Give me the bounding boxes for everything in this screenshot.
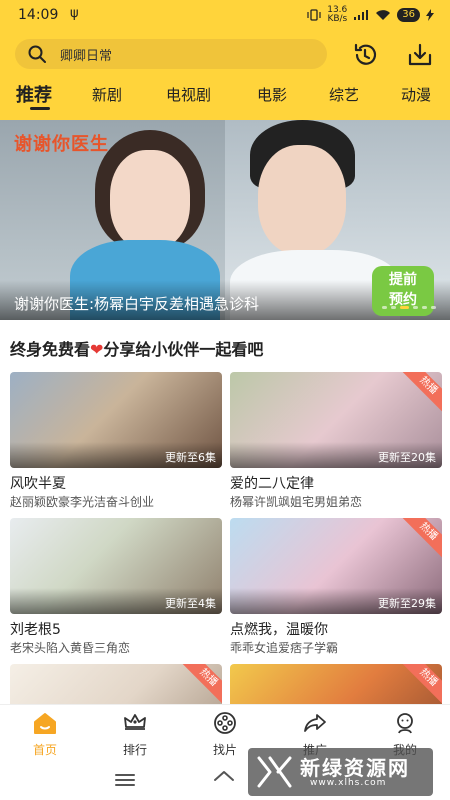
tab-new[interactable]: 新剧 bbox=[92, 84, 122, 105]
carousel-dots bbox=[382, 306, 436, 309]
tab-tv[interactable]: 电视剧 bbox=[166, 84, 211, 105]
hot-tag: 热播 bbox=[399, 518, 442, 561]
wifi-icon bbox=[376, 10, 391, 20]
video-desc: 杨幂许凯飒姐宅男姐弟恋 bbox=[230, 495, 363, 509]
video-desc: 赵丽颖欧豪李光洁奋斗创业 bbox=[10, 495, 155, 509]
crown-icon bbox=[124, 714, 146, 730]
banner-brand: 谢谢你医生 bbox=[14, 134, 109, 155]
hot-tag: 热播 bbox=[399, 372, 442, 415]
hero-banner[interactable]: 谢谢你医生 提前 预约 谢谢你医生:杨幂白宇反差相遇急诊科 bbox=[0, 120, 450, 320]
carousel-dot-active bbox=[400, 306, 409, 309]
tab-movie[interactable]: 电影 bbox=[257, 84, 287, 105]
nav-label: 排行 bbox=[122, 743, 147, 757]
profile-icon bbox=[397, 713, 413, 734]
episode-count: 更新至4集 bbox=[165, 597, 216, 610]
history-button[interactable] bbox=[348, 39, 382, 71]
watermark-logo-icon bbox=[257, 756, 292, 788]
history-icon bbox=[354, 43, 377, 65]
menu-icon[interactable] bbox=[114, 772, 136, 788]
carousel-dot bbox=[431, 306, 436, 309]
download-button[interactable] bbox=[403, 39, 437, 71]
signal-icon bbox=[354, 10, 369, 20]
actress-face bbox=[110, 150, 190, 250]
nav-label: 首页 bbox=[32, 743, 57, 757]
home-icon bbox=[34, 713, 56, 734]
film-reel-icon bbox=[214, 712, 236, 734]
heart-icon: ❤ bbox=[90, 340, 104, 359]
tab-anime[interactable]: 动漫 bbox=[401, 84, 431, 105]
video-title: 爱的二八定律 bbox=[230, 476, 314, 492]
usb-icon: ψ bbox=[70, 6, 79, 21]
episode-count: 更新至20集 bbox=[378, 451, 436, 464]
video-title: 点燃我，温暖你 bbox=[230, 622, 328, 638]
carousel-dot bbox=[391, 306, 396, 309]
carousel-dot bbox=[382, 306, 387, 309]
watermark: 新绿资源网 www.xlhs.com bbox=[248, 748, 433, 796]
net-speed: 13.6 KB/s bbox=[327, 5, 348, 24]
vibrate-icon bbox=[307, 9, 321, 21]
nav-ranking[interactable]: 排行 bbox=[90, 711, 180, 758]
video-thumbnail: 更新至4集 bbox=[10, 518, 222, 614]
charging-icon bbox=[426, 9, 434, 21]
tab-variety[interactable]: 综艺 bbox=[329, 84, 359, 105]
battery-level: 36 bbox=[397, 8, 420, 22]
video-thumbnail: 更新至6集 bbox=[10, 372, 222, 468]
video-thumbnail: 热播 更新至29集 bbox=[230, 518, 442, 614]
hot-tag: 热播 bbox=[399, 664, 442, 707]
carousel-dot bbox=[413, 306, 418, 309]
video-title: 风吹半夏 bbox=[10, 476, 66, 492]
download-icon bbox=[408, 43, 432, 66]
video-desc: 乖乖女追爱痞子学霸 bbox=[230, 641, 339, 655]
nav-home[interactable]: 首页 bbox=[0, 711, 90, 758]
category-tabs: 推荐 新剧 电视剧 电影 综艺 动漫 bbox=[0, 78, 450, 112]
watermark-title: 新绿资源网 bbox=[300, 756, 410, 780]
video-thumbnail: 热播 更新至20集 bbox=[230, 372, 442, 468]
banner-caption: 谢谢你医生:杨幂白宇反差相遇急诊科 bbox=[14, 295, 260, 313]
watermark-url: www.xlhs.com bbox=[310, 778, 387, 788]
video-desc: 老宋头陷入黄昏三角恋 bbox=[10, 641, 131, 655]
section-title-after: 分享给小伙伴一起看吧 bbox=[103, 340, 264, 359]
section-title-before: 终身免费看 bbox=[10, 340, 91, 359]
home-key-icon[interactable] bbox=[212, 769, 236, 789]
tab-recommended[interactable]: 推荐 bbox=[16, 81, 52, 107]
actor-face bbox=[258, 145, 346, 255]
hot-tag: 热播 bbox=[179, 664, 222, 707]
status-right: 13.6 KB/s 36 bbox=[307, 6, 434, 24]
search-text: 卿卿日常 bbox=[60, 48, 113, 64]
episode-count: 更新至29集 bbox=[378, 597, 436, 610]
search-icon bbox=[28, 45, 46, 63]
header: 14:09 ψ 13.6 KB/s 36 卿卿日常 推荐 新剧 电视剧 电影 综… bbox=[0, 0, 450, 120]
carousel-dot bbox=[422, 306, 427, 309]
status-bar: 14:09 ψ 13.6 KB/s 36 bbox=[0, 0, 450, 32]
search-bar[interactable]: 卿卿日常 bbox=[15, 39, 327, 69]
episode-count: 更新至6集 bbox=[165, 451, 216, 464]
video-title: 刘老根5 bbox=[10, 622, 61, 638]
status-time: 14:09 bbox=[18, 7, 59, 23]
share-icon bbox=[304, 714, 326, 732]
tab-indicator bbox=[30, 107, 50, 110]
share-banner-title[interactable]: 终身免费看❤分享给小伙伴一起看吧 bbox=[10, 336, 263, 360]
